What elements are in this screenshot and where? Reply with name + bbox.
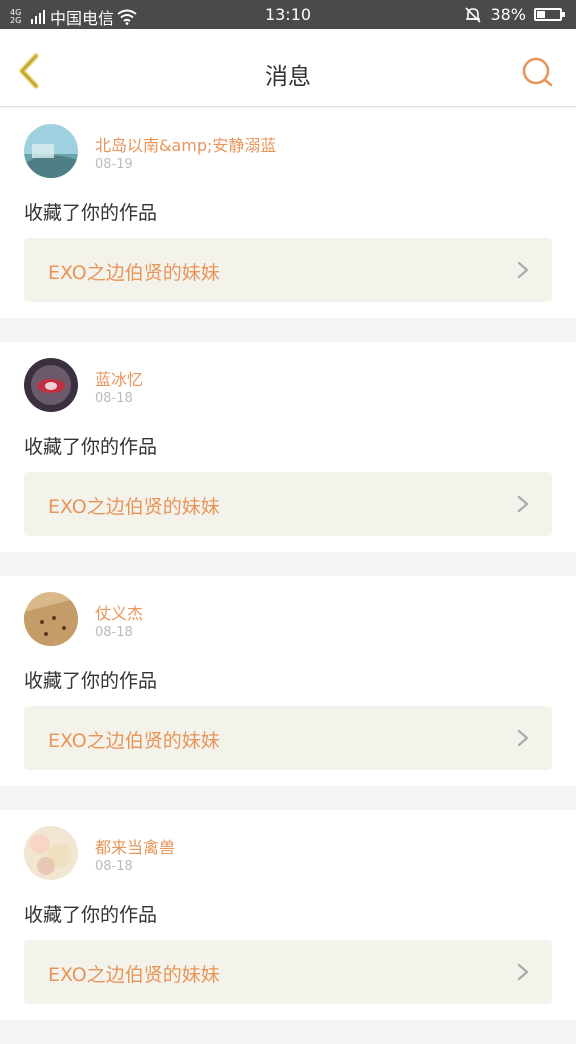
message-card: 蓝冰忆 08-18 收藏了你的作品 EXO之边伯贤的妹妹 [0,342,576,552]
chevron-right-icon [517,495,529,513]
status-bar: 4G 2G 中国电信 13:10 38% [0,0,576,29]
user-name[interactable]: 仗义杰 [95,600,143,624]
avatar[interactable] [24,826,78,880]
message-date: 08-18 [95,625,133,640]
message-card: 都来当禽兽 08-18 收藏了你的作品 EXO之边伯贤的妹妹 [0,810,576,1020]
work-title: EXO之边伯贤的妹妹 [48,964,220,986]
work-link[interactable]: EXO之边伯贤的妹妹 [24,472,552,536]
work-title: EXO之边伯贤的妹妹 [48,730,220,752]
search-icon[interactable] [520,55,554,89]
battery-percent: 38% [490,5,526,24]
message-list: 北岛以南&amp;安静溺蓝 08-19 收藏了你的作品 EXO之边伯贤的妹妹 蓝… [0,108,576,1044]
message-date: 08-18 [95,391,133,406]
battery-icon [534,8,565,21]
bell-muted-icon [465,6,482,23]
chevron-right-icon [517,261,529,279]
action-text: 收藏了你的作品 [24,202,158,224]
chevron-right-icon [517,729,529,747]
action-text: 收藏了你的作品 [24,904,158,926]
user-name[interactable]: 北岛以南&amp;安静溺蓝 [95,132,276,156]
action-text: 收藏了你的作品 [24,670,158,692]
message-date: 08-18 [95,859,133,874]
message-date: 08-19 [95,157,133,172]
avatar[interactable] [24,358,78,412]
avatar[interactable] [24,592,78,646]
message-card: 北岛以南&amp;安静溺蓝 08-19 收藏了你的作品 EXO之边伯贤的妹妹 [0,108,576,318]
user-name[interactable]: 蓝冰忆 [95,366,143,390]
avatar[interactable] [24,124,78,178]
nav-bar: 消息 [0,29,576,107]
work-link[interactable]: EXO之边伯贤的妹妹 [24,940,552,1004]
status-right: 38% [464,5,565,24]
message-card: 仗义杰 08-18 收藏了你的作品 EXO之边伯贤的妹妹 [0,576,576,786]
action-text: 收藏了你的作品 [24,436,158,458]
work-title: EXO之边伯贤的妹妹 [48,496,220,518]
work-link[interactable]: EXO之边伯贤的妹妹 [24,238,552,302]
work-link[interactable]: EXO之边伯贤的妹妹 [24,706,552,770]
work-title: EXO之边伯贤的妹妹 [48,262,220,284]
chevron-right-icon [517,963,529,981]
page-title: 消息 [265,64,311,90]
user-name[interactable]: 都来当禽兽 [95,834,175,858]
